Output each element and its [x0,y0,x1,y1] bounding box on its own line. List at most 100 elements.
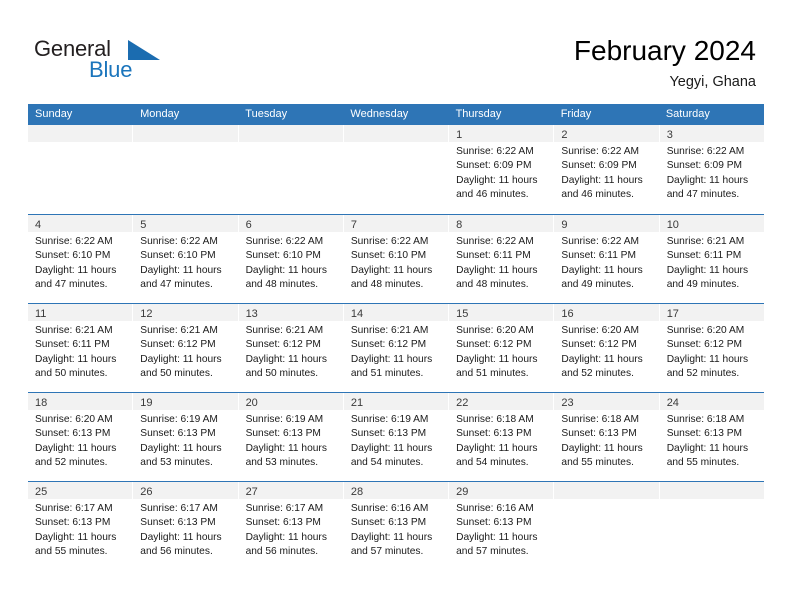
day-number: 6 [245,219,252,231]
day-cell[interactable]: 21 Sunrise: 6:19 AM Sunset: 6:13 PM Dayl… [343,393,450,481]
day-cell[interactable]: 3 Sunrise: 6:22 AM Sunset: 6:09 PM Dayli… [659,125,764,214]
day-number-band: 3 [659,125,764,142]
day-number: 2 [561,129,568,141]
day-number: 13 [245,308,258,320]
day-number-band: 12 [133,304,238,321]
sunrise-line: Sunrise: 6:17 AM [245,503,324,514]
sunrise-line: Sunrise: 6:22 AM [456,236,534,247]
day-number-band: 20 [238,393,343,410]
daylight-line-1: Daylight: 11 hours [245,264,327,276]
day-number: 21 [350,397,364,409]
day-cell[interactable]: 10 Sunrise: 6:21 AM Sunset: 6:11 PM Dayl… [659,215,764,303]
daylight-line-2: and 55 minutes. [666,457,740,469]
sunset-line: Sunset: 6:13 PM [561,428,637,440]
day-cell[interactable]: 5 Sunrise: 6:22 AM Sunset: 6:10 PM Dayli… [133,215,239,303]
day-cell[interactable]: 25 Sunrise: 6:17 AM Sunset: 6:13 PM Dayl… [28,482,134,570]
sunrise-line: Sunrise: 6:21 AM [666,236,745,247]
day-cell[interactable]: 27 Sunrise: 6:17 AM Sunset: 6:13 PM Dayl… [238,482,344,570]
day-cell[interactable] [28,125,134,214]
day-number: 4 [35,219,42,231]
sunset-line: Sunset: 6:12 PM [350,339,427,351]
day-number: 20 [245,397,258,409]
day-number-band: 26 [133,482,238,499]
day-cell[interactable]: 1 Sunrise: 6:22 AM Sunset: 6:09 PM Dayli… [449,125,555,214]
day-cell[interactable]: 20 Sunrise: 6:19 AM Sunset: 6:13 PM Dayl… [238,393,344,481]
day-cell[interactable]: 9 Sunrise: 6:22 AM Sunset: 6:11 PM Dayli… [554,215,660,303]
day-cell[interactable]: 6 Sunrise: 6:22 AM Sunset: 6:10 PM Dayli… [238,215,344,303]
day-cell[interactable]: 7 Sunrise: 6:22 AM Sunset: 6:10 PM Dayli… [343,215,450,303]
brand-logo[interactable]: General Blue [34,38,214,90]
day-number: 11 [35,308,47,320]
day-cell[interactable] [238,125,344,214]
day-number-band [343,125,449,142]
sunrise-line: Sunrise: 6:21 AM [140,325,218,336]
day-cell[interactable]: 12 Sunrise: 6:21 AM Sunset: 6:12 PM Dayl… [133,304,239,392]
daylight-line-1: Daylight: 11 hours [350,264,433,276]
daylight-line-1: Daylight: 11 hours [561,442,643,454]
day-cell[interactable] [659,482,764,570]
day-details: Sunrise: 6:21 AM Sunset: 6:11 PM Dayligh… [660,232,764,293]
day-cell[interactable] [133,125,239,214]
day-details [554,499,658,502]
daylight-line-1: Daylight: 11 hours [140,442,222,454]
day-cell[interactable]: 19 Sunrise: 6:19 AM Sunset: 6:13 PM Dayl… [133,393,239,481]
week-row: 1 Sunrise: 6:22 AM Sunset: 6:09 PM Dayli… [28,125,764,214]
day-details [344,142,448,145]
day-number: 9 [561,219,568,231]
day-number: 27 [245,486,258,498]
day-details: Sunrise: 6:22 AM Sunset: 6:10 PM Dayligh… [344,232,448,293]
day-cell[interactable]: 17 Sunrise: 6:20 AM Sunset: 6:12 PM Dayl… [659,304,764,392]
day-number-band: 11 [28,304,133,321]
day-cell[interactable] [343,125,450,214]
day-number: 18 [35,397,48,409]
daylight-line-2: and 57 minutes. [456,546,529,558]
day-number-band: 13 [238,304,343,321]
day-cell[interactable]: 2 Sunrise: 6:22 AM Sunset: 6:09 PM Dayli… [554,125,660,214]
day-number-band: 2 [554,125,659,142]
sunrise-line: Sunrise: 6:17 AM [140,503,218,514]
day-cell[interactable]: 16 Sunrise: 6:20 AM Sunset: 6:12 PM Dayl… [554,304,660,392]
weekday-sunday: Sunday [35,108,73,120]
sunset-line: Sunset: 6:13 PM [245,517,321,529]
daylight-line-1: Daylight: 11 hours [456,353,538,365]
daylight-line-1: Daylight: 11 hours [350,442,433,454]
day-cell[interactable] [554,482,660,570]
daylight-line-1: Daylight: 11 hours [35,264,117,276]
day-number: 28 [350,486,364,498]
day-cell[interactable]: 28 Sunrise: 6:16 AM Sunset: 6:13 PM Dayl… [343,482,450,570]
daylight-line-1: Daylight: 11 hours [350,353,433,365]
day-cell[interactable]: 22 Sunrise: 6:18 AM Sunset: 6:13 PM Dayl… [449,393,555,481]
week-row: 18 Sunrise: 6:20 AM Sunset: 6:13 PM Dayl… [28,392,764,481]
daylight-line-1: Daylight: 11 hours [35,442,117,454]
day-number: 14 [350,308,364,320]
week-row: 11 Sunrise: 6:21 AM Sunset: 6:11 PM Dayl… [28,303,764,392]
daylight-line-2: and 53 minutes. [140,457,213,469]
day-cell[interactable]: 24 Sunrise: 6:18 AM Sunset: 6:13 PM Dayl… [659,393,764,481]
day-cell[interactable]: 14 Sunrise: 6:21 AM Sunset: 6:12 PM Dayl… [343,304,450,392]
day-cell[interactable]: 23 Sunrise: 6:18 AM Sunset: 6:13 PM Dayl… [554,393,660,481]
day-cell[interactable]: 8 Sunrise: 6:22 AM Sunset: 6:11 PM Dayli… [449,215,555,303]
day-number-band [238,125,343,142]
daylight-line-1: Daylight: 11 hours [245,531,327,543]
day-cell[interactable]: 26 Sunrise: 6:17 AM Sunset: 6:13 PM Dayl… [133,482,239,570]
day-cell[interactable]: 29 Sunrise: 6:16 AM Sunset: 6:13 PM Dayl… [449,482,555,570]
day-details: Sunrise: 6:22 AM Sunset: 6:09 PM Dayligh… [554,142,658,203]
day-cell[interactable]: 13 Sunrise: 6:21 AM Sunset: 6:12 PM Dayl… [238,304,344,392]
sunset-line: Sunset: 6:11 PM [666,250,742,262]
day-cell[interactable]: 18 Sunrise: 6:20 AM Sunset: 6:13 PM Dayl… [28,393,134,481]
sunset-line: Sunset: 6:10 PM [245,250,321,262]
day-details: Sunrise: 6:16 AM Sunset: 6:13 PM Dayligh… [344,499,448,560]
day-number-band: 15 [449,304,554,321]
title-block: February 2024 Yegyi, Ghana [574,34,756,92]
sunrise-line: Sunrise: 6:18 AM [561,414,639,425]
day-cell[interactable]: 4 Sunrise: 6:22 AM Sunset: 6:10 PM Dayli… [28,215,134,303]
page-header: General Blue February 2024 Yegyi, Ghana [0,0,792,104]
day-number: 25 [35,486,48,498]
daylight-line-1: Daylight: 11 hours [666,353,749,365]
day-cell[interactable]: 15 Sunrise: 6:20 AM Sunset: 6:12 PM Dayl… [449,304,555,392]
day-number: 3 [666,129,673,141]
sunset-line: Sunset: 6:13 PM [350,428,427,440]
day-number: 12 [140,308,153,320]
day-cell[interactable]: 11 Sunrise: 6:21 AM Sunset: 6:11 PM Dayl… [28,304,134,392]
day-details: Sunrise: 6:22 AM Sunset: 6:10 PM Dayligh… [133,232,237,293]
